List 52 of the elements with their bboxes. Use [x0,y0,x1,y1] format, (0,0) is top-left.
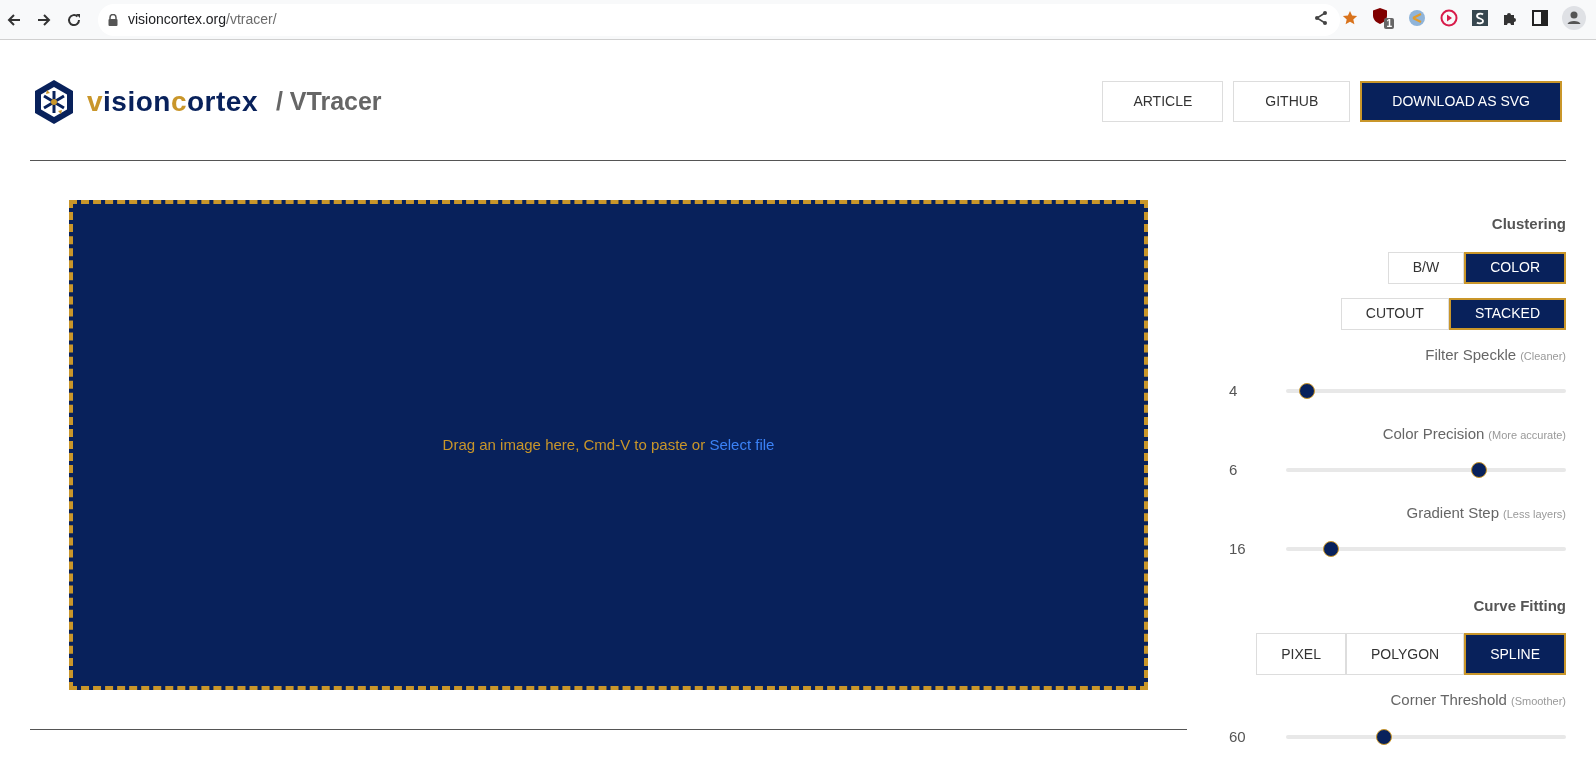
slider-label: Filter Speckle [1425,344,1517,365]
drop-zone[interactable]: Drag an image here, Cmd-V to paste or Select file [69,200,1148,690]
url-text: visioncortex.org/vtracer/ [128,10,277,29]
section-heading: Curve Fitting [1473,595,1566,616]
back-icon[interactable] [6,11,22,28]
slider-value: 4 [1229,381,1239,401]
slider-value: 60 [1229,726,1247,747]
header-button[interactable]: GITHUB [1233,81,1351,122]
drop-instructions: Drag an image here, Cmd-V to paste or Select file [442,434,775,455]
slider-hint: (More accurate) [1488,427,1566,443]
slider-thumb[interactable] [1470,462,1487,479]
slider-hint: (Smoother) [1510,694,1566,709]
toggle-option[interactable]: PIXEL [1256,633,1346,675]
header-button[interactable]: ARTICLE [1102,81,1224,122]
logo-icon [33,78,75,125]
forward-icon[interactable] [36,11,52,28]
header-button[interactable]: DOWNLOAD AS SVG [1360,81,1562,122]
slider-track[interactable] [1286,462,1566,479]
slider-label: Gradient Step [1406,502,1500,523]
slider-hint: (Cleaner) [1520,348,1566,364]
section-heading: Clustering [1491,214,1566,234]
toggle-option[interactable]: CUTOUT [1340,297,1449,330]
slider-track[interactable] [1286,383,1566,400]
slider-thumb[interactable] [1322,541,1339,558]
slider-track[interactable] [1286,541,1566,558]
lock-icon [108,13,118,26]
slider-value: 6 [1229,460,1239,480]
profile-icon[interactable] [1562,6,1586,30]
square-extension-icon[interactable] [1472,10,1488,26]
toggle-option[interactable]: STACKED [1448,297,1566,330]
slider-label: Color Precision [1382,423,1485,444]
slider-value: 16 [1229,539,1247,559]
toggle-option[interactable]: SPLINE [1464,633,1566,675]
logo-wordmark: visioncortex [87,84,258,119]
select-file-link[interactable]: Select file [709,435,775,453]
share-icon[interactable] [1314,10,1328,26]
slider-hint: (Less layers) [1503,506,1566,522]
puzzle-icon[interactable] [1502,10,1518,26]
page-title: / VTracer [275,85,382,117]
count-badge: 1 [1384,18,1394,29]
toggle-option[interactable]: COLOR [1464,251,1566,284]
reload-icon[interactable] [66,11,82,28]
slider-track[interactable] [1286,728,1566,745]
toggle-option[interactable]: POLYGON [1346,633,1465,675]
side-panel-icon[interactable] [1532,10,1548,26]
slider-thumb[interactable] [1299,383,1316,400]
star-icon[interactable] [1342,10,1358,26]
play-extension-icon[interactable] [1440,9,1458,27]
slider-thumb[interactable] [1375,728,1392,745]
slider-label: Corner Threshold [1390,690,1507,710]
address-bar[interactable]: visioncortex.org/vtracer/ [98,3,1340,36]
toggle-option[interactable]: B/W [1387,251,1465,284]
